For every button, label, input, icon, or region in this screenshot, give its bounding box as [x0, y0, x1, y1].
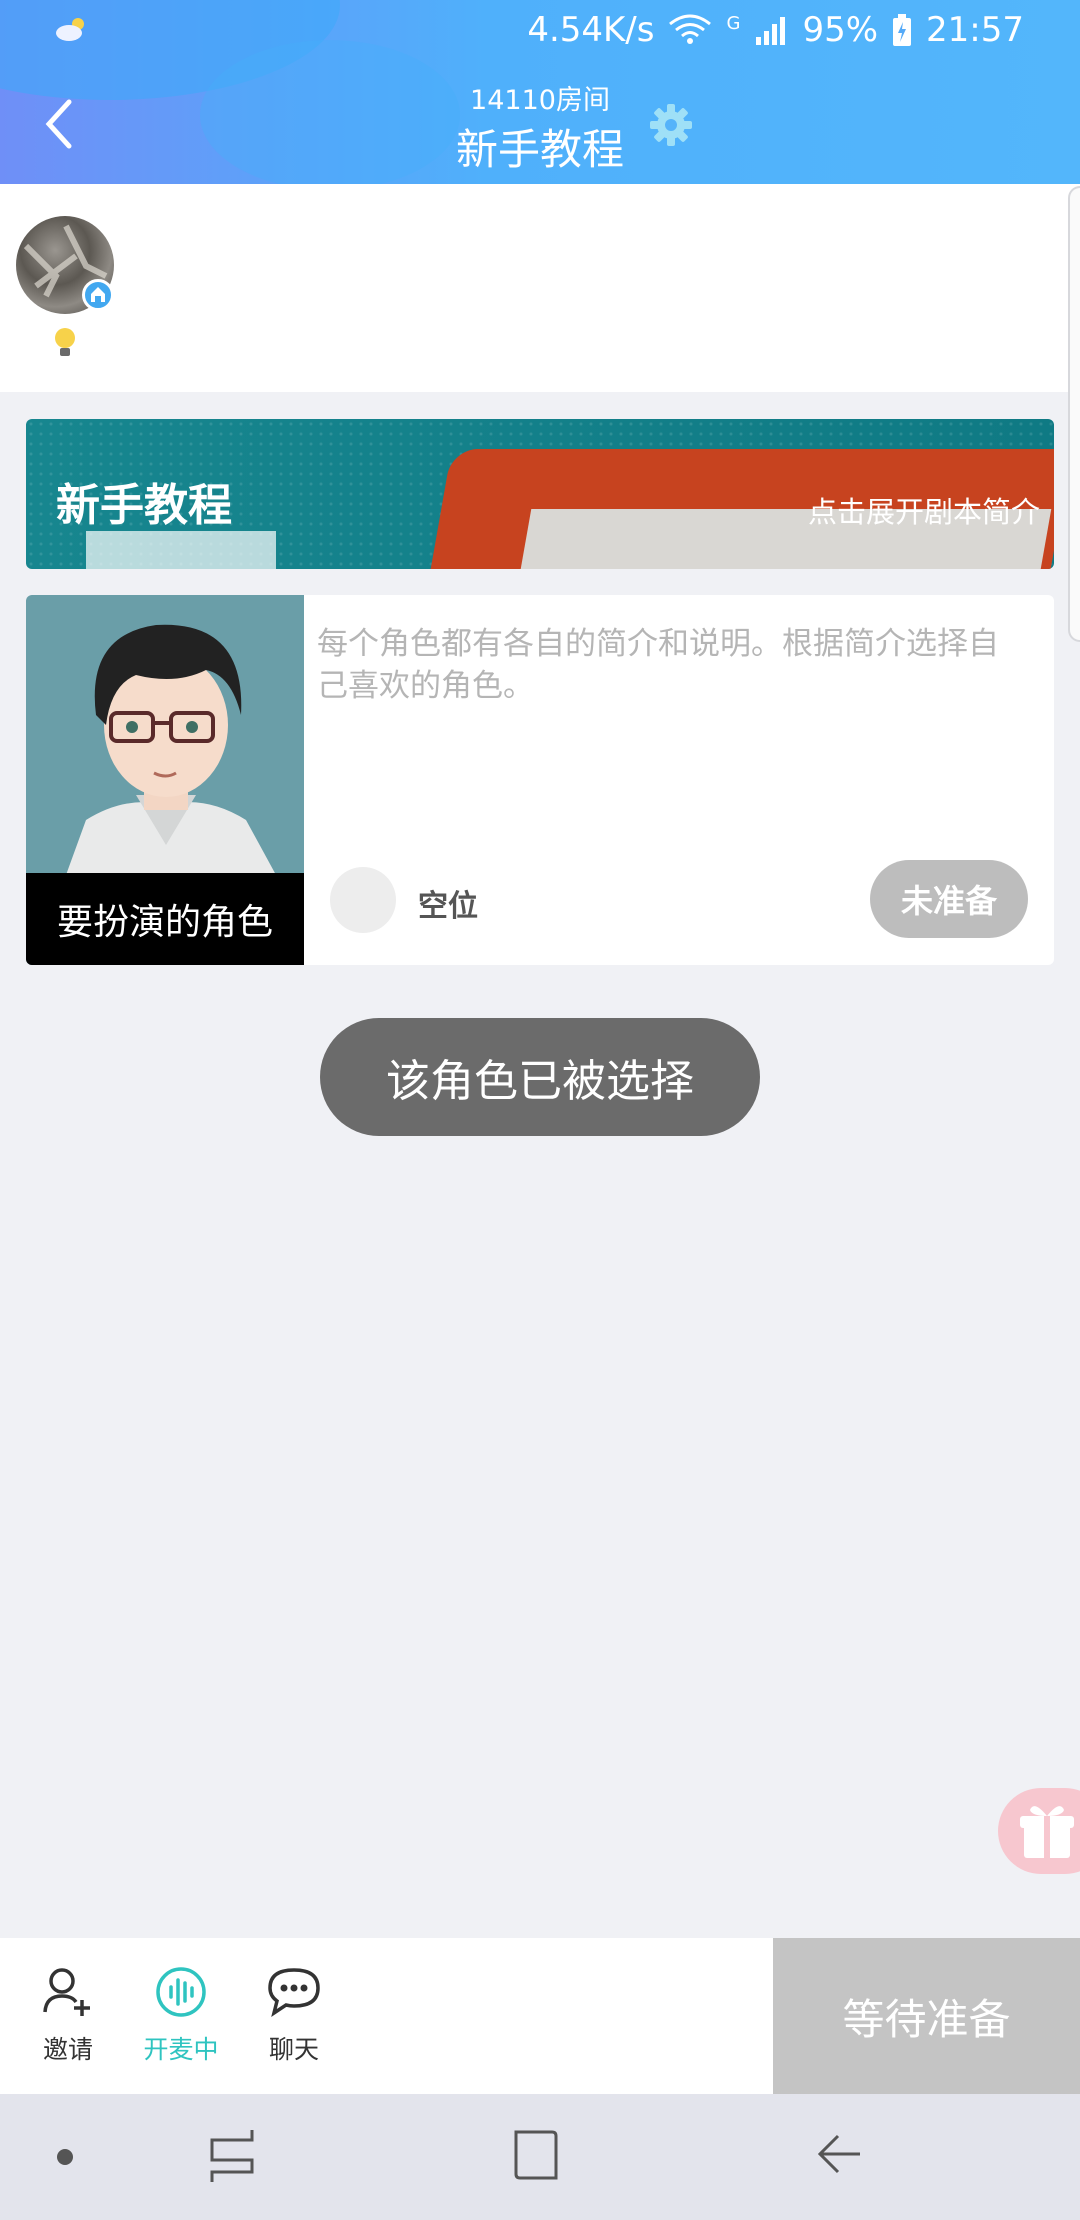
room-number: 14110房间	[470, 85, 610, 116]
page-title: 新手教程	[455, 125, 624, 174]
role-portrait[interactable]: 要扮演的角色	[26, 595, 304, 965]
side-drawer-handle[interactable]	[1068, 186, 1080, 642]
battery-icon	[892, 14, 912, 46]
chat-button[interactable]: 聊天	[244, 1966, 344, 2066]
mic-on-icon	[156, 1967, 206, 2017]
nav-dot-icon[interactable]	[56, 2148, 74, 2170]
back-nav-button[interactable]	[814, 2128, 864, 2188]
system-nav-bar	[0, 2094, 1080, 2220]
wait-ready-button[interactable]: 等待准备	[773, 1938, 1080, 2094]
gear-icon	[650, 104, 692, 146]
home-icon	[514, 2130, 558, 2180]
role-card[interactable]: 要扮演的角色 每个角色都有各自的简介和说明。根据简介选择自己喜欢的角色。 空位 …	[26, 595, 1054, 965]
weather-icon	[54, 16, 88, 46]
network-speed: 4.54K/s	[527, 10, 655, 50]
status-bar: 4.54K/s G 95% 21:57	[0, 0, 1080, 66]
back-arrow-icon	[817, 2134, 860, 2174]
clock: 21:57	[926, 10, 1024, 50]
mic-label: 开麦中	[143, 2035, 219, 2064]
network-type: G	[726, 12, 741, 34]
recent-apps-button[interactable]	[208, 2128, 258, 2188]
host-badge-icon	[82, 279, 114, 311]
lightbulb-icon	[52, 326, 78, 360]
character-portrait-image	[66, 624, 276, 875]
invite-icon	[43, 1968, 90, 2016]
chat-label: 聊天	[268, 2035, 319, 2064]
recent-apps-icon	[210, 2130, 254, 2182]
banner-title: 新手教程	[56, 480, 232, 531]
bottom-toolbar: 邀请 开麦中 聊天 等待准备	[0, 1938, 1080, 2094]
header: 4.54K/s G 95% 21:57 14110房间 新手教程	[0, 0, 1080, 184]
gift-button[interactable]	[998, 1788, 1080, 1874]
empty-slot-avatar	[330, 867, 396, 933]
home-button[interactable]	[512, 2128, 560, 2186]
ready-status-button[interactable]: 未准备	[870, 860, 1028, 938]
chat-icon	[268, 1968, 320, 2017]
expand-intro-link[interactable]: 点击展开剧本简介	[808, 489, 1040, 531]
script-banner[interactable]: 新手教程 点击展开剧本简介	[26, 419, 1054, 569]
role-caption: 要扮演的角色	[26, 873, 304, 965]
player-list	[0, 184, 1080, 392]
banner-decor	[86, 531, 276, 569]
slot-label: 空位	[418, 889, 478, 924]
settings-button[interactable]	[648, 102, 694, 148]
role-description: 每个角色都有各自的简介和说明。根据简介选择自己喜欢的角色。	[317, 626, 999, 704]
wifi-icon	[668, 14, 712, 46]
battery-percent: 95%	[802, 10, 879, 50]
toast-message: 该角色已被选择	[320, 1018, 760, 1136]
mic-button[interactable]: 开麦中	[131, 1966, 231, 2066]
invite-label: 邀请	[42, 2035, 93, 2064]
invite-button[interactable]: 邀请	[18, 1966, 118, 2066]
signal-icon	[754, 15, 788, 45]
gift-icon	[1020, 1806, 1074, 1858]
